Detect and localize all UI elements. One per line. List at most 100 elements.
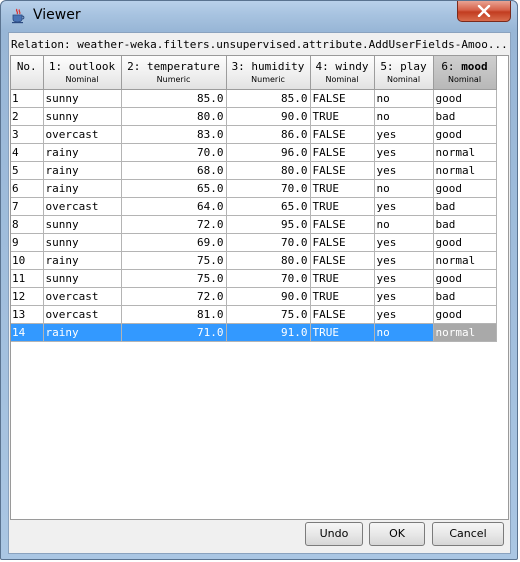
table-cell[interactable]: rainy: [43, 143, 122, 162]
column-header[interactable]: 5: play Nominal: [374, 56, 434, 90]
row-number-cell[interactable]: 2: [11, 107, 44, 126]
table-cell[interactable]: 75.0: [121, 269, 227, 288]
row-number-cell[interactable]: 3: [11, 125, 44, 144]
table-cell[interactable]: FALSE: [310, 215, 375, 234]
row-number-cell[interactable]: 4: [11, 143, 44, 162]
table-cell[interactable]: sunny: [43, 269, 122, 288]
table-cell[interactable]: 90.0: [226, 107, 311, 126]
row-number-cell[interactable]: 7: [11, 197, 44, 216]
table-cell[interactable]: yes: [374, 125, 434, 144]
table-cell[interactable]: yes: [374, 197, 434, 216]
table-cell[interactable]: 70.0: [226, 269, 311, 288]
table-cell[interactable]: sunny: [43, 233, 122, 252]
table-cell[interactable]: no: [374, 215, 434, 234]
table-row[interactable]: 5 rainy 68.0 80.0 FALSE yes normal: [11, 161, 497, 180]
table-cell[interactable]: yes: [374, 233, 434, 252]
column-header[interactable]: 4: windy Nominal: [310, 56, 375, 90]
table-cell[interactable]: rainy: [43, 323, 122, 342]
table-cell[interactable]: FALSE: [310, 143, 375, 162]
table-cell[interactable]: overcast: [43, 125, 122, 144]
table-cell[interactable]: 85.0: [121, 89, 227, 108]
table-cell[interactable]: 68.0: [121, 161, 227, 180]
column-header[interactable]: 3: humidity Numeric: [226, 56, 311, 90]
row-number-cell[interactable]: 11: [11, 269, 44, 288]
table-cell[interactable]: FALSE: [310, 125, 375, 144]
table-cell[interactable]: bad: [433, 287, 497, 306]
table-cell[interactable]: 65.0: [226, 197, 311, 216]
row-number-cell[interactable]: 6: [11, 179, 44, 198]
table-cell[interactable]: rainy: [43, 161, 122, 180]
title-bar[interactable]: Viewer: [1, 1, 517, 31]
table-cell[interactable]: TRUE: [310, 269, 375, 288]
table-cell[interactable]: good: [433, 233, 497, 252]
data-table-viewport[interactable]: No. 1: outlook Nominal 2: temperature Numeri…: [10, 55, 509, 520]
table-cell[interactable]: no: [374, 179, 434, 198]
table-cell[interactable]: normal: [433, 161, 497, 180]
table-cell[interactable]: 64.0: [121, 197, 227, 216]
table-cell[interactable]: FALSE: [310, 89, 375, 108]
table-cell[interactable]: TRUE: [310, 179, 375, 198]
table-cell[interactable]: 80.0: [226, 161, 311, 180]
table-cell[interactable]: bad: [433, 197, 497, 216]
table-cell[interactable]: 72.0: [121, 287, 227, 306]
table-cell[interactable]: 65.0: [121, 179, 227, 198]
table-cell[interactable]: 80.0: [226, 251, 311, 270]
table-cell[interactable]: normal: [433, 143, 497, 162]
table-cell[interactable]: yes: [374, 143, 434, 162]
table-row[interactable]: 1 sunny 85.0 85.0 FALSE no good: [11, 89, 497, 108]
table-cell[interactable]: bad: [433, 107, 497, 126]
table-cell[interactable]: 95.0: [226, 215, 311, 234]
table-cell[interactable]: rainy: [43, 179, 122, 198]
table-cell[interactable]: 72.0: [121, 215, 227, 234]
table-cell[interactable]: good: [433, 269, 497, 288]
row-number-cell[interactable]: 8: [11, 215, 44, 234]
table-cell[interactable]: 96.0: [226, 143, 311, 162]
table-row[interactable]: 3 overcast 83.0 86.0 FALSE yes good: [11, 125, 497, 144]
table-cell[interactable]: 70.0: [226, 179, 311, 198]
table-cell[interactable]: normal: [433, 323, 497, 342]
table-cell[interactable]: FALSE: [310, 251, 375, 270]
table-cell[interactable]: TRUE: [310, 323, 375, 342]
table-cell[interactable]: overcast: [43, 287, 122, 306]
table-cell[interactable]: 70.0: [226, 233, 311, 252]
table-cell[interactable]: FALSE: [310, 305, 375, 324]
table-cell[interactable]: overcast: [43, 305, 122, 324]
column-header[interactable]: No.: [11, 56, 44, 90]
table-row[interactable]: 12 overcast 72.0 90.0 TRUE yes bad: [11, 287, 497, 306]
row-number-cell[interactable]: 1: [11, 89, 44, 108]
table-cell[interactable]: TRUE: [310, 287, 375, 306]
table-cell[interactable]: bad: [433, 215, 497, 234]
table-row[interactable]: 14 rainy 71.0 91.0 TRUE no normal: [11, 323, 497, 342]
table-row[interactable]: 9 sunny 69.0 70.0 FALSE yes good: [11, 233, 497, 252]
table-cell[interactable]: yes: [374, 161, 434, 180]
row-number-cell[interactable]: 5: [11, 161, 44, 180]
table-cell[interactable]: 81.0: [121, 305, 227, 324]
row-number-cell[interactable]: 10: [11, 251, 44, 270]
table-row[interactable]: 8 sunny 72.0 95.0 FALSE no bad: [11, 215, 497, 234]
row-number-cell[interactable]: 9: [11, 233, 44, 252]
table-cell[interactable]: yes: [374, 305, 434, 324]
table-row[interactable]: 13 overcast 81.0 75.0 FALSE yes good: [11, 305, 497, 324]
table-row[interactable]: 10 rainy 75.0 80.0 FALSE yes normal: [11, 251, 497, 270]
table-row[interactable]: 2 sunny 80.0 90.0 TRUE no bad: [11, 107, 497, 126]
table-row[interactable]: 6 rainy 65.0 70.0 TRUE no good: [11, 179, 497, 198]
table-cell[interactable]: overcast: [43, 197, 122, 216]
table-cell[interactable]: 85.0: [226, 89, 311, 108]
table-cell[interactable]: yes: [374, 269, 434, 288]
ok-button[interactable]: OK: [369, 522, 425, 546]
table-cell[interactable]: 83.0: [121, 125, 227, 144]
table-cell[interactable]: yes: [374, 251, 434, 270]
table-cell[interactable]: 69.0: [121, 233, 227, 252]
undo-button[interactable]: Undo: [305, 522, 363, 546]
table-cell[interactable]: 90.0: [226, 287, 311, 306]
row-number-cell[interactable]: 13: [11, 305, 44, 324]
table-cell[interactable]: 91.0: [226, 323, 311, 342]
table-cell[interactable]: good: [433, 305, 497, 324]
column-header[interactable]: 6: mood Nominal: [433, 56, 497, 90]
table-row[interactable]: 11 sunny 75.0 70.0 TRUE yes good: [11, 269, 497, 288]
row-number-cell[interactable]: 14: [11, 323, 44, 342]
table-cell[interactable]: 86.0: [226, 125, 311, 144]
table-cell[interactable]: TRUE: [310, 197, 375, 216]
table-cell[interactable]: good: [433, 179, 497, 198]
table-cell[interactable]: sunny: [43, 215, 122, 234]
